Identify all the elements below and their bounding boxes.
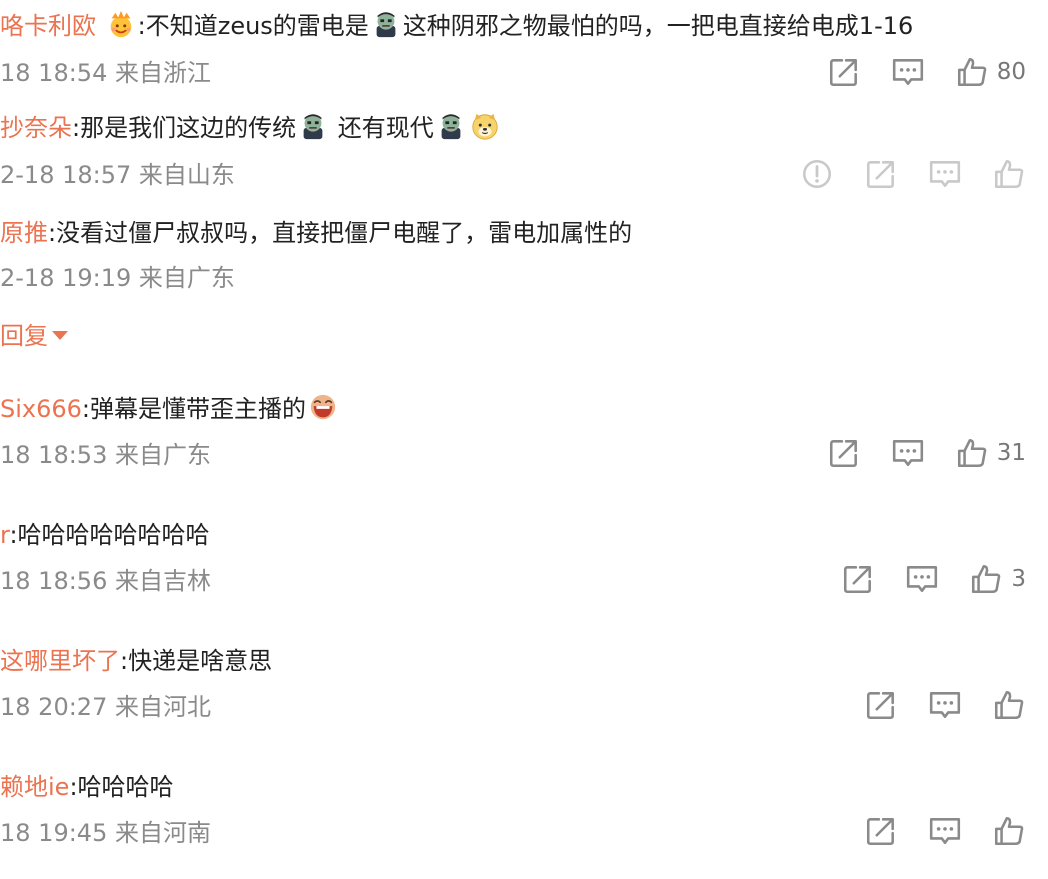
comment-body: :快递是啥意思 <box>120 647 273 675</box>
comment-actions: 3 <box>811 559 1026 599</box>
reply-button[interactable] <box>891 436 925 470</box>
comment-text: 这哪里坏了:快递是啥意思 <box>0 643 272 679</box>
comment-text: 原推:没看过僵尸叔叔吗，直接把僵尸电醒了，雷电加属性的 <box>0 215 632 251</box>
comment-location: 来自广东 <box>114 441 211 469</box>
comment-location: 来自广东 <box>138 264 235 292</box>
like-count: 31 <box>996 440 1026 466</box>
reply-toggle-label: 回复 <box>0 322 48 350</box>
comment-actions <box>770 154 1026 194</box>
warning-circle-icon <box>800 157 834 191</box>
like-count: 80 <box>996 59 1026 85</box>
comment-meta: 18 20:27 来自河北 <box>0 689 211 725</box>
like-button[interactable] <box>992 157 1026 191</box>
zombie-emoji-icon <box>436 111 466 141</box>
share-icon <box>864 157 898 191</box>
comment-icon <box>928 157 962 191</box>
like-count: 3 <box>1011 566 1026 592</box>
share-button[interactable] <box>841 562 875 596</box>
share-button[interactable] <box>827 436 861 470</box>
thumbs-up-icon <box>969 562 1003 596</box>
comment-text: r:哈哈哈哈哈哈哈哈 <box>0 517 210 553</box>
share-button[interactable] <box>827 55 861 89</box>
comment-meta: 18 18:56 来自吉林 <box>0 563 211 599</box>
thumbs-up-icon <box>992 157 1026 191</box>
thumbs-up-icon <box>992 814 1026 848</box>
comment-username[interactable]: 原推 <box>0 219 48 247</box>
comment-body: :不知道zeus的雷电是 <box>137 12 369 40</box>
thumbs-up-icon <box>992 688 1026 722</box>
comment-text: 赖地ie:哈哈哈哈 <box>0 769 174 805</box>
comment-text: 咯卡利欧 :不知道zeus的雷电是 这种阴邪之物最怕的吗，一把电直接给电成1-16 <box>0 8 913 44</box>
share-icon <box>841 562 875 596</box>
comment-icon <box>891 55 925 89</box>
comment-time: 18 18:54 <box>0 59 108 87</box>
comment-location: 来自河北 <box>114 693 211 721</box>
comment-body: :哈哈哈哈 <box>69 773 174 801</box>
reply-button[interactable] <box>905 562 939 596</box>
thumbs-up-icon <box>955 55 989 89</box>
reply-button[interactable] <box>928 157 962 191</box>
zombie-emoji-icon <box>298 111 328 141</box>
comment-icon <box>905 562 939 596</box>
comment-meta: 18 18:54 来自浙江 <box>0 55 211 91</box>
share-icon <box>827 436 861 470</box>
comment-meta: 18 19:45 来自河南 <box>0 815 211 851</box>
comment-username[interactable]: 这哪里坏了 <box>0 647 120 675</box>
comment-location: 来自山东 <box>138 161 235 189</box>
like-button[interactable]: 80 <box>955 55 1026 89</box>
share-icon <box>827 55 861 89</box>
comment-username[interactable]: 赖地ie <box>0 773 69 801</box>
comment-time: 2-18 19:19 <box>0 264 132 292</box>
comment-actions <box>834 685 1026 725</box>
comment-body: :那是我们这边的传统 <box>72 114 297 142</box>
comment-body: 还有现代 <box>330 114 434 142</box>
comment-icon <box>928 814 962 848</box>
comment-location: 来自浙江 <box>114 59 211 87</box>
zombie-emoji-icon <box>371 9 401 39</box>
comment-body: 这种阴邪之物最怕的吗，一把电直接给电成1-16 <box>402 12 914 40</box>
comment-time: 18 20:27 <box>0 693 108 721</box>
comment-meta: 2-18 19:19 来自广东 <box>0 260 235 296</box>
reply-button[interactable] <box>928 688 962 722</box>
comment-actions: 80 <box>797 52 1026 92</box>
share-icon <box>864 814 898 848</box>
like-button[interactable]: 31 <box>955 436 1026 470</box>
share-button[interactable] <box>864 157 898 191</box>
comment-username[interactable]: 抄奈朵 <box>0 114 72 142</box>
comment-icon <box>891 436 925 470</box>
comment-username[interactable]: 咯卡利欧 <box>0 12 96 40</box>
reply-button[interactable] <box>928 814 962 848</box>
comment-text: Six666:弹幕是懂带歪主播的 <box>0 391 340 427</box>
comment-location: 来自河南 <box>114 819 211 847</box>
doge-emoji-icon <box>470 111 500 141</box>
comment-meta: 2-18 18:57 来自山东 <box>0 157 235 193</box>
comment-text: 抄奈朵:那是我们这边的传统 还有现代 <box>0 110 502 146</box>
expand-replies-toggle[interactable]: 回复 <box>0 318 68 354</box>
caret-down-icon <box>52 331 68 340</box>
like-button[interactable]: 3 <box>969 562 1026 596</box>
crown-emoji-icon <box>106 9 136 39</box>
share-button[interactable] <box>864 688 898 722</box>
comment-actions: 31 <box>797 433 1026 473</box>
reply-button[interactable] <box>891 55 925 89</box>
share-icon <box>864 688 898 722</box>
comment-time: 2-18 18:57 <box>0 161 132 189</box>
comment-body: :弹幕是懂带歪主播的 <box>81 395 307 423</box>
comment-actions <box>834 811 1026 851</box>
comment-body: :没看过僵尸叔叔吗，直接把僵尸电醒了，雷电加属性的 <box>48 219 633 247</box>
comment-time: 18 18:56 <box>0 567 108 595</box>
thumbs-up-icon <box>955 436 989 470</box>
comment-meta: 18 18:53 来自广东 <box>0 437 211 473</box>
comment-username[interactable]: Six666 <box>0 395 82 423</box>
like-button[interactable] <box>992 814 1026 848</box>
comment-body: :哈哈哈哈哈哈哈哈 <box>9 521 210 549</box>
report-button[interactable] <box>800 157 834 191</box>
comment-time: 18 18:53 <box>0 441 108 469</box>
laugh-emoji-icon <box>308 392 338 422</box>
like-button[interactable] <box>992 688 1026 722</box>
share-button[interactable] <box>864 814 898 848</box>
comment-time: 18 19:45 <box>0 819 108 847</box>
comment-location: 来自吉林 <box>114 567 211 595</box>
comment-icon <box>928 688 962 722</box>
